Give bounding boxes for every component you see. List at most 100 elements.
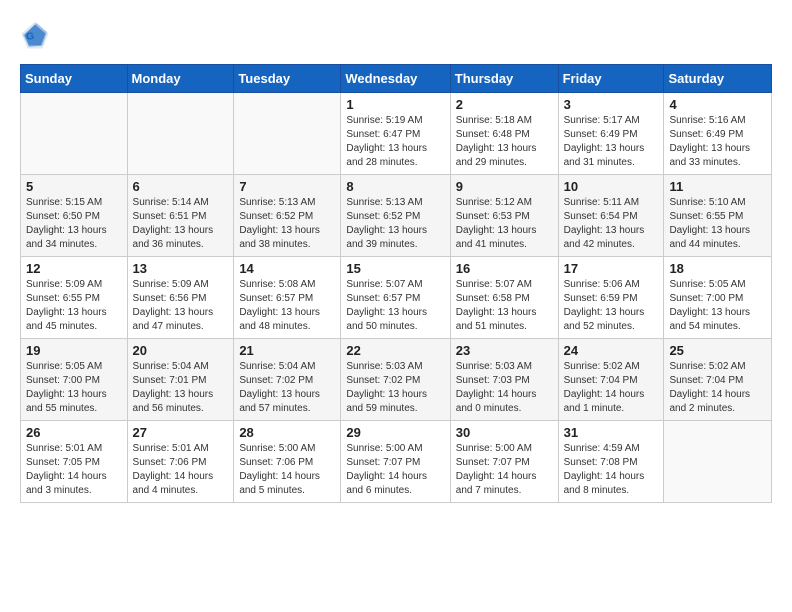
day-info: Sunrise: 5:19 AMSunset: 6:47 PMDaylight:… (346, 114, 444, 170)
day-cell: 22 Sunrise: 5:03 AMSunset: 7:02 PMDayligh… (341, 339, 450, 421)
weekday-header-saturday: Saturday (664, 65, 772, 93)
day-number: 8 (346, 179, 444, 194)
day-info: Sunrise: 5:07 AMSunset: 6:58 PMDaylight:… (456, 278, 553, 334)
day-number: 9 (456, 179, 553, 194)
day-info: Sunrise: 5:02 AMSunset: 7:04 PMDaylight:… (669, 360, 766, 416)
day-info: Sunrise: 5:13 AMSunset: 6:52 PMDaylight:… (346, 196, 444, 252)
day-info: Sunrise: 5:08 AMSunset: 6:57 PMDaylight:… (239, 278, 335, 334)
day-info: Sunrise: 5:12 AMSunset: 6:53 PMDaylight:… (456, 196, 553, 252)
day-info: Sunrise: 5:09 AMSunset: 6:56 PMDaylight:… (133, 278, 229, 334)
day-number: 28 (239, 425, 335, 440)
day-cell: 11 Sunrise: 5:10 AMSunset: 6:55 PMDayligh… (664, 175, 772, 257)
day-cell (127, 93, 234, 175)
weekday-header-sunday: Sunday (21, 65, 128, 93)
day-info: Sunrise: 5:03 AMSunset: 7:02 PMDaylight:… (346, 360, 444, 416)
weekday-header-wednesday: Wednesday (341, 65, 450, 93)
day-info: Sunrise: 5:06 AMSunset: 6:59 PMDaylight:… (564, 278, 659, 334)
day-cell: 18 Sunrise: 5:05 AMSunset: 7:00 PMDayligh… (664, 257, 772, 339)
day-number: 22 (346, 343, 444, 358)
day-info: Sunrise: 5:01 AMSunset: 7:06 PMDaylight:… (133, 442, 229, 498)
day-info: Sunrise: 5:16 AMSunset: 6:49 PMDaylight:… (669, 114, 766, 170)
day-number: 2 (456, 97, 553, 112)
day-number: 29 (346, 425, 444, 440)
day-cell: 8 Sunrise: 5:13 AMSunset: 6:52 PMDaylight… (341, 175, 450, 257)
day-number: 26 (26, 425, 122, 440)
week-row-5: 26 Sunrise: 5:01 AMSunset: 7:05 PMDayligh… (21, 421, 772, 503)
day-number: 3 (564, 97, 659, 112)
day-cell: 30 Sunrise: 5:00 AMSunset: 7:07 PMDayligh… (450, 421, 558, 503)
day-info: Sunrise: 5:09 AMSunset: 6:55 PMDaylight:… (26, 278, 122, 334)
day-number: 7 (239, 179, 335, 194)
day-cell: 20 Sunrise: 5:04 AMSunset: 7:01 PMDayligh… (127, 339, 234, 421)
day-cell (21, 93, 128, 175)
day-number: 30 (456, 425, 553, 440)
day-number: 18 (669, 261, 766, 276)
day-cell: 12 Sunrise: 5:09 AMSunset: 6:55 PMDayligh… (21, 257, 128, 339)
logo-icon: G (20, 20, 50, 50)
day-cell: 31 Sunrise: 4:59 AMSunset: 7:08 PMDayligh… (558, 421, 664, 503)
day-cell: 1 Sunrise: 5:19 AMSunset: 6:47 PMDaylight… (341, 93, 450, 175)
day-number: 10 (564, 179, 659, 194)
day-number: 5 (26, 179, 122, 194)
day-number: 23 (456, 343, 553, 358)
day-info: Sunrise: 5:03 AMSunset: 7:03 PMDaylight:… (456, 360, 553, 416)
day-cell: 25 Sunrise: 5:02 AMSunset: 7:04 PMDayligh… (664, 339, 772, 421)
day-cell: 26 Sunrise: 5:01 AMSunset: 7:05 PMDayligh… (21, 421, 128, 503)
day-number: 15 (346, 261, 444, 276)
day-info: Sunrise: 5:05 AMSunset: 7:00 PMDaylight:… (26, 360, 122, 416)
weekday-header-thursday: Thursday (450, 65, 558, 93)
day-cell: 29 Sunrise: 5:00 AMSunset: 7:07 PMDayligh… (341, 421, 450, 503)
day-cell: 4 Sunrise: 5:16 AMSunset: 6:49 PMDaylight… (664, 93, 772, 175)
day-cell: 7 Sunrise: 5:13 AMSunset: 6:52 PMDaylight… (234, 175, 341, 257)
day-info: Sunrise: 5:15 AMSunset: 6:50 PMDaylight:… (26, 196, 122, 252)
day-number: 13 (133, 261, 229, 276)
day-cell (664, 421, 772, 503)
day-cell: 23 Sunrise: 5:03 AMSunset: 7:03 PMDayligh… (450, 339, 558, 421)
day-info: Sunrise: 5:17 AMSunset: 6:49 PMDaylight:… (564, 114, 659, 170)
day-cell: 21Sunrise: 5:04 AMSunset: 7:02 PMDayligh… (234, 339, 341, 421)
day-number: 17 (564, 261, 659, 276)
day-info: Sunrise: 4:59 AMSunset: 7:08 PMDaylight:… (564, 442, 659, 498)
day-number: 20 (133, 343, 229, 358)
day-info: Sunrise: 5:05 AMSunset: 7:00 PMDaylight:… (669, 278, 766, 334)
day-info: Sunrise: 5:00 AMSunset: 7:07 PMDaylight:… (456, 442, 553, 498)
weekday-header-row: SundayMondayTuesdayWednesdayThursdayFrid… (21, 65, 772, 93)
day-cell: 10 Sunrise: 5:11 AMSunset: 6:54 PMDayligh… (558, 175, 664, 257)
page: G SundayMondayTuesdayWednesdayThursdayFr… (0, 0, 792, 523)
logo: G (20, 20, 56, 50)
day-cell: 9 Sunrise: 5:12 AMSunset: 6:53 PMDaylight… (450, 175, 558, 257)
day-cell: 24Sunrise: 5:02 AMSunset: 7:04 PMDayligh… (558, 339, 664, 421)
day-number: 21 (239, 343, 335, 358)
day-number: 4 (669, 97, 766, 112)
day-number: 12 (26, 261, 122, 276)
weekday-header-monday: Monday (127, 65, 234, 93)
day-number: 1 (346, 97, 444, 112)
day-number: 24 (564, 343, 659, 358)
header: G (20, 20, 772, 50)
day-info: Sunrise: 5:00 AMSunset: 7:07 PMDaylight:… (346, 442, 444, 498)
day-number: 14 (239, 261, 335, 276)
day-number: 11 (669, 179, 766, 194)
day-info: Sunrise: 5:10 AMSunset: 6:55 PMDaylight:… (669, 196, 766, 252)
day-info: Sunrise: 5:13 AMSunset: 6:52 PMDaylight:… (239, 196, 335, 252)
day-info: Sunrise: 5:18 AMSunset: 6:48 PMDaylight:… (456, 114, 553, 170)
week-row-1: 1 Sunrise: 5:19 AMSunset: 6:47 PMDaylight… (21, 93, 772, 175)
day-info: Sunrise: 5:04 AMSunset: 7:01 PMDaylight:… (133, 360, 229, 416)
day-number: 25 (669, 343, 766, 358)
week-row-4: 19Sunrise: 5:05 AMSunset: 7:00 PMDayligh… (21, 339, 772, 421)
day-cell: 5 Sunrise: 5:15 AMSunset: 6:50 PMDaylight… (21, 175, 128, 257)
day-number: 16 (456, 261, 553, 276)
day-number: 31 (564, 425, 659, 440)
day-info: Sunrise: 5:11 AMSunset: 6:54 PMDaylight:… (564, 196, 659, 252)
day-cell: 19Sunrise: 5:05 AMSunset: 7:00 PMDayligh… (21, 339, 128, 421)
day-cell: 14 Sunrise: 5:08 AMSunset: 6:57 PMDayligh… (234, 257, 341, 339)
day-cell: 2 Sunrise: 5:18 AMSunset: 6:48 PMDaylight… (450, 93, 558, 175)
weekday-header-tuesday: Tuesday (234, 65, 341, 93)
day-info: Sunrise: 5:14 AMSunset: 6:51 PMDaylight:… (133, 196, 229, 252)
day-info: Sunrise: 5:01 AMSunset: 7:05 PMDaylight:… (26, 442, 122, 498)
day-info: Sunrise: 5:00 AMSunset: 7:06 PMDaylight:… (239, 442, 335, 498)
day-cell: 17 Sunrise: 5:06 AMSunset: 6:59 PMDayligh… (558, 257, 664, 339)
week-row-2: 5 Sunrise: 5:15 AMSunset: 6:50 PMDaylight… (21, 175, 772, 257)
weekday-header-friday: Friday (558, 65, 664, 93)
calendar-table: SundayMondayTuesdayWednesdayThursdayFrid… (20, 64, 772, 503)
